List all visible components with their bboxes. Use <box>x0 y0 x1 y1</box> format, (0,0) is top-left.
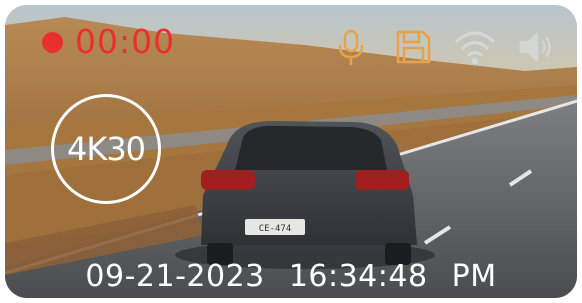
wifi-icon[interactable] <box>453 27 497 67</box>
timestamp-date: 09-21-2023 <box>85 259 265 294</box>
dashcam-viewfinder: CE-474 00:00 4K30 09-21-2023 16:34:48 PM <box>5 5 577 298</box>
timestamp-overlay: 09-21-2023 16:34:48 PM <box>5 259 577 294</box>
save-icon[interactable] <box>393 27 433 67</box>
license-plate: CE-474 <box>259 224 292 234</box>
microphone-icon[interactable] <box>331 27 371 67</box>
recording-timer: 00:00 <box>75 22 176 61</box>
timestamp-time: 16:34:48 <box>288 259 428 294</box>
recording-indicator: 00:00 <box>42 22 175 62</box>
resolution-badge[interactable]: 4K30 <box>51 94 161 204</box>
volume-icon[interactable] <box>515 27 555 67</box>
resolution-label: 4K30 <box>66 130 146 168</box>
record-dot-icon <box>42 31 63 53</box>
timestamp-period: PM <box>451 259 497 294</box>
